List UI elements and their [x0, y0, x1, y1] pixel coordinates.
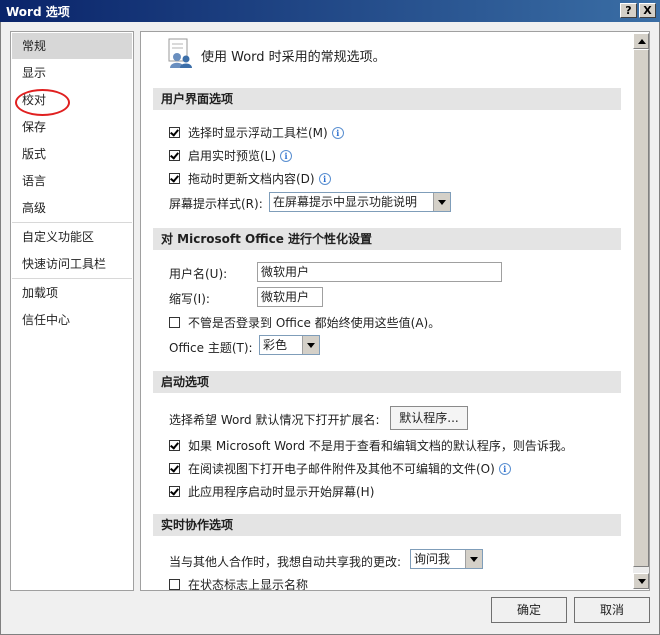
- scrollbar-thumb[interactable]: [633, 49, 649, 567]
- window-title: Word 选项: [6, 5, 70, 19]
- nav-item-quick-access-toolbar[interactable]: 快速访问工具栏: [12, 251, 132, 277]
- always-use-values-label: 不管是否登录到 Office 都始终使用这些值(A)。: [188, 316, 441, 330]
- share-changes-select[interactable]: 询问我: [410, 549, 483, 569]
- section-startup-options: 启动选项: [153, 371, 621, 393]
- show-start-screen-checkbox[interactable]: [169, 486, 180, 497]
- nav-item-display[interactable]: 显示: [12, 60, 132, 86]
- option-update-while-drag[interactable]: 拖动时更新文档内容(D) i: [169, 170, 331, 187]
- content-scrollbar[interactable]: [633, 33, 649, 589]
- screentip-style-select[interactable]: 在屏幕提示中显示功能说明: [269, 192, 451, 212]
- default-extension-label: 选择希望 Word 默认情况下打开扩展名:: [169, 413, 380, 427]
- nav-divider: [12, 222, 132, 223]
- option-open-reading-view[interactable]: 在阅读视图下打开电子邮件附件及其他不可编辑的文件(O) i: [169, 460, 511, 477]
- initials-label: 缩写(I):: [169, 292, 210, 306]
- office-theme-value: 彩色: [263, 338, 288, 352]
- mini-toolbar-checkbox[interactable]: [169, 127, 180, 138]
- nav-item-layout[interactable]: 版式: [12, 141, 132, 167]
- scroll-up-icon[interactable]: [633, 33, 649, 49]
- option-live-preview[interactable]: 启用实时预览(L) i: [169, 147, 293, 164]
- show-names-label: 在状态标志上显示名称: [188, 578, 309, 591]
- nav-item-add-ins[interactable]: 加载项: [12, 280, 132, 306]
- nav-item-trust-center[interactable]: 信任中心: [12, 307, 132, 333]
- chevron-down-icon[interactable]: [433, 193, 450, 211]
- info-icon: i: [498, 463, 511, 475]
- red-annotation-circle: [15, 89, 70, 116]
- option-always-use-values[interactable]: 不管是否登录到 Office 都始终使用这些值(A)。: [169, 314, 440, 331]
- show-names-checkbox[interactable]: [169, 579, 180, 590]
- title-bar: Word 选项 ? X: [0, 0, 660, 22]
- close-button[interactable]: X: [639, 3, 656, 18]
- general-options-icon: [168, 38, 192, 68]
- screentip-style-value: 在屏幕提示中显示功能说明: [273, 195, 418, 209]
- section-coauthoring: 实时协作选项: [153, 514, 621, 536]
- update-while-drag-checkbox[interactable]: [169, 173, 180, 184]
- username-input[interactable]: 微软用户: [257, 262, 502, 282]
- options-content-pane: 使用 Word 时采用的常规选项。 用户界面选项 选择时显示浮动工具栏(M) i …: [140, 31, 650, 591]
- nav-item-language[interactable]: 语言: [12, 168, 132, 194]
- option-not-default-warn[interactable]: 如果 Microsoft Word 不是用于查看和编辑文档的默认程序，则告诉我。: [169, 437, 573, 454]
- not-default-warn-checkbox[interactable]: [169, 440, 180, 451]
- page-header-text: 使用 Word 时采用的常规选项。: [201, 50, 386, 65]
- scroll-down-icon[interactable]: [633, 573, 649, 589]
- update-while-drag-label: 拖动时更新文档内容(D): [188, 172, 315, 186]
- office-theme-select[interactable]: 彩色: [259, 335, 320, 355]
- nav-item-advanced[interactable]: 高级: [12, 195, 132, 221]
- mini-toolbar-label: 选择时显示浮动工具栏(M): [188, 126, 328, 140]
- ok-button[interactable]: 确定: [491, 597, 567, 623]
- info-icon: i: [280, 150, 293, 162]
- live-preview-label: 启用实时预览(L): [188, 149, 277, 163]
- always-use-values-checkbox[interactable]: [169, 317, 180, 328]
- help-button[interactable]: ?: [620, 3, 637, 18]
- cancel-button[interactable]: 取消: [574, 597, 650, 623]
- show-start-screen-label: 此应用程序启动时显示开始屏幕(H): [188, 485, 375, 499]
- section-ui-options: 用户界面选项: [153, 88, 621, 110]
- chevron-down-icon[interactable]: [465, 550, 482, 568]
- default-programs-button[interactable]: 默认程序...: [390, 406, 468, 430]
- office-theme-label: Office 主题(T):: [169, 341, 253, 355]
- chevron-down-icon[interactable]: [302, 336, 319, 354]
- live-preview-checkbox[interactable]: [169, 150, 180, 161]
- section-personalize: 对 Microsoft Office 进行个性化设置: [153, 228, 621, 250]
- share-changes-value: 询问我: [414, 552, 451, 566]
- screentip-style-label: 屏幕提示样式(R):: [169, 197, 263, 211]
- nav-divider: [12, 278, 132, 279]
- option-show-start-screen[interactable]: 此应用程序启动时显示开始屏幕(H): [169, 483, 374, 500]
- nav-item-customize-ribbon[interactable]: 自定义功能区: [12, 224, 132, 250]
- info-icon: i: [318, 173, 331, 185]
- info-icon: i: [331, 127, 344, 139]
- option-mini-toolbar[interactable]: 选择时显示浮动工具栏(M) i: [169, 124, 344, 141]
- nav-item-general[interactable]: 常规: [12, 33, 132, 59]
- option-show-names[interactable]: 在状态标志上显示名称: [169, 576, 309, 591]
- share-changes-label: 当与其他人合作时，我想自动共享我的更改:: [169, 555, 402, 569]
- open-reading-view-label: 在阅读视图下打开电子邮件附件及其他不可编辑的文件(O): [188, 462, 495, 476]
- open-reading-view-checkbox[interactable]: [169, 463, 180, 474]
- initials-input[interactable]: 微软用户: [257, 287, 323, 307]
- username-label: 用户名(U):: [169, 267, 228, 281]
- nav-item-save[interactable]: 保存: [12, 114, 132, 140]
- not-default-warn-label: 如果 Microsoft Word 不是用于查看和编辑文档的默认程序，则告诉我。: [188, 439, 573, 453]
- category-nav: 常规 显示 校对 保存 版式 语言 高级 自定义功能区 快速访问工具栏 加载项 …: [10, 31, 134, 591]
